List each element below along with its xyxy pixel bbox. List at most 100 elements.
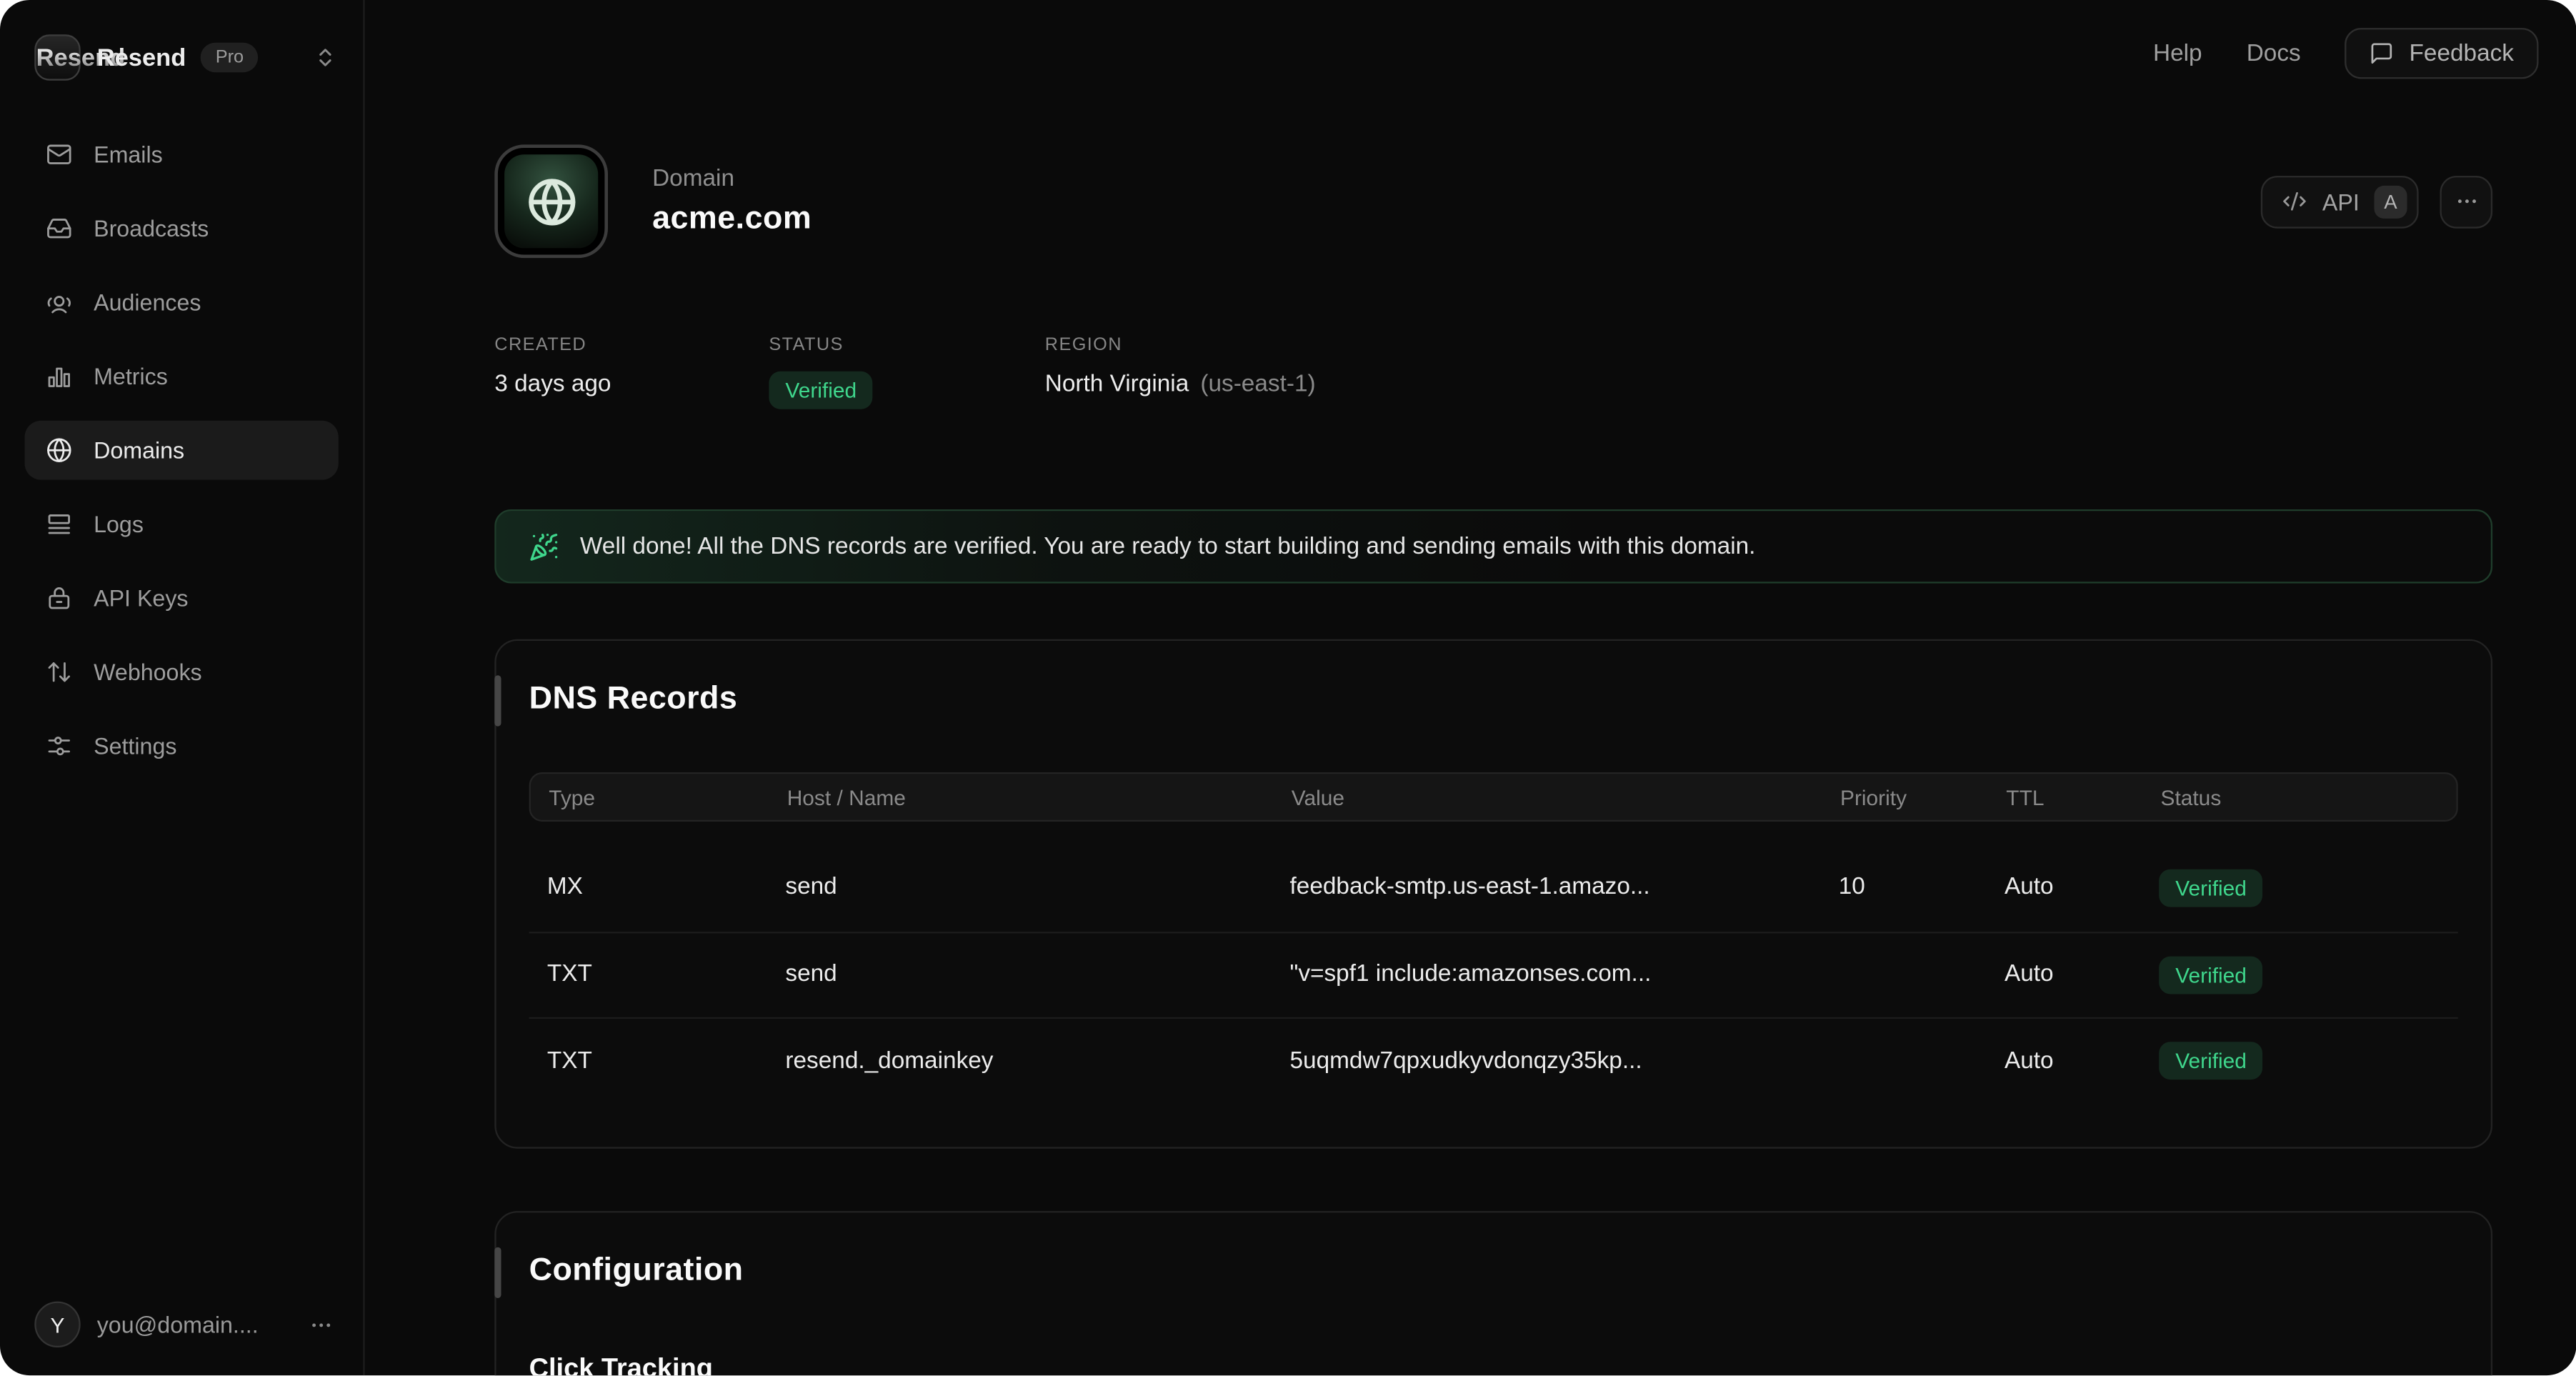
app-window: Resend Resend Pro Emails Broadcasts [0,0,2576,1376]
click-tracking-label: Click Tracking [529,1354,2458,1376]
column-header-type: Type [549,784,787,809]
ellipsis-icon[interactable] [309,1312,334,1337]
sidebar-nav: Emails Broadcasts Audiences Metrics Doma… [0,125,363,776]
region-value: North Virginia [1045,372,1189,398]
status-badge: Verified [769,372,873,409]
sidebar-item-label: API Keys [94,585,188,612]
api-button[interactable]: API A [2262,175,2419,228]
column-header-value: Value [1292,784,1840,809]
status-label: STATUS [769,335,1044,355]
cell-priority: 10 [1839,874,2005,901]
status-badge: Verified [2159,1042,2263,1080]
main-content: Help Docs Feedback Domain [365,0,2576,1376]
banner-message: Well done! All the DNS records are verif… [580,533,1756,559]
user-menu[interactable]: Y you@domain.... [0,1302,363,1347]
cell-type: TXT [547,962,786,988]
configuration-card: Configuration Click Tracking [494,1211,2492,1376]
domain-kicker: Domain [652,165,812,191]
party-popper-icon [529,532,559,561]
sliders-icon [46,733,72,759]
workspace-switcher[interactable]: Resend Resend Pro [0,33,363,82]
dns-records-card: DNS Records Type Host / Name Value Prior… [494,639,2492,1149]
sidebar-item-label: Broadcasts [94,215,209,241]
inbox-icon [46,215,72,241]
more-options-button[interactable] [2440,175,2493,228]
card-accent-bar [494,675,500,726]
logs-icon [46,511,72,537]
cell-ttl: Auto [2005,1048,2159,1075]
created-value: 3 days ago [494,372,769,398]
sidebar-item-webhooks[interactable]: Webhooks [25,642,339,702]
chevrons-up-down-icon [314,46,336,69]
meta-region: REGION North Virginia (us-east-1) [1045,335,2492,409]
sidebar-item-label: Logs [94,511,144,537]
sidebar-item-label: Domains [94,437,184,464]
code-icon [2283,189,2308,214]
domain-header: Domain acme.com API A [494,144,2492,258]
dns-records-title: DNS Records [529,680,2458,718]
column-header-ttl: TTL [2006,784,2160,809]
domain-page: Domain acme.com API A [494,0,2492,1376]
cell-value: feedback-smtp.us-east-1.amazo... [1290,874,1839,901]
stage: Resend Resend Pro Emails Broadcasts [0,0,2576,1376]
cell-ttl: Auto [2005,874,2159,901]
status-badge: Verified [2159,956,2263,994]
sidebar-item-label: Metrics [94,363,168,389]
table-row: TXT resend._domainkey 5uqmdw7qpxudkyvdon… [529,1017,2458,1104]
arrows-up-down-icon [46,659,72,685]
dns-table-header: Type Host / Name Value Priority TTL Stat… [529,772,2458,822]
column-header-priority: Priority [1840,784,2006,809]
domain-tile [494,144,608,258]
status-badge: Verified [2159,869,2263,907]
card-accent-bar [494,1247,500,1298]
api-button-label: API [2322,188,2360,214]
sidebar: Resend Resend Pro Emails Broadcasts [0,0,365,1376]
sidebar-item-settings[interactable]: Settings [25,717,339,776]
meta-status: STATUS Verified [769,335,1044,409]
sidebar-item-broadcasts[interactable]: Broadcasts [25,199,339,258]
cell-host: send [785,874,1289,901]
cell-type: TXT [547,1048,786,1075]
configuration-title: Configuration [529,1252,2458,1290]
mail-icon [46,141,72,168]
table-row: TXT send "v=spf1 include:amazonses.com..… [529,931,2458,1017]
ellipsis-icon [2454,189,2479,214]
cell-type: MX [547,874,786,901]
sidebar-item-audiences[interactable]: Audiences [25,273,339,332]
cell-host: resend._domainkey [785,1048,1289,1075]
brand-name: Resend [97,44,186,71]
dns-table-body: MX send feedback-smtp.us-east-1.amazo...… [529,844,2458,1103]
plan-badge: Pro [201,43,259,72]
column-header-status: Status [2161,784,2439,809]
sidebar-item-label: Audiences [94,289,201,316]
lock-icon [46,585,72,612]
sidebar-item-domains[interactable]: Domains [25,421,339,480]
globe-icon [46,437,72,464]
bar-chart-icon [46,363,72,389]
sidebar-item-metrics[interactable]: Metrics [25,347,339,406]
cell-host: send [785,962,1289,988]
verification-banner: Well done! All the DNS records are verif… [494,509,2492,584]
region-code: (us-east-1) [1200,372,1315,398]
resend-logo: Resend [34,34,80,80]
domain-meta: CREATED 3 days ago STATUS Verified REGIO… [494,335,2492,409]
api-shortcut-key: A [2375,185,2407,218]
user-email: you@domain.... [97,1312,259,1338]
globe-tile-icon [504,154,598,248]
cell-ttl: Auto [2005,962,2159,988]
column-header-host: Host / Name [787,784,1292,809]
page-title: acme.com [652,199,812,237]
sidebar-item-label: Webhooks [94,659,202,685]
sidebar-item-emails[interactable]: Emails [25,125,339,184]
domain-titles: Domain acme.com [652,165,812,237]
cell-value: 5uqmdw7qpxudkyvdonqzy35kp... [1290,1048,1839,1075]
sidebar-item-logs[interactable]: Logs [25,494,339,554]
sidebar-item-api-keys[interactable]: API Keys [25,569,339,628]
meta-created: CREATED 3 days ago [494,335,769,409]
region-label: REGION [1045,335,2492,355]
avatar: Y [34,1302,80,1347]
sidebar-item-label: Emails [94,141,163,168]
sidebar-item-label: Settings [94,733,176,759]
cell-value: "v=spf1 include:amazonses.com... [1290,962,1839,988]
created-label: CREATED [494,335,769,355]
